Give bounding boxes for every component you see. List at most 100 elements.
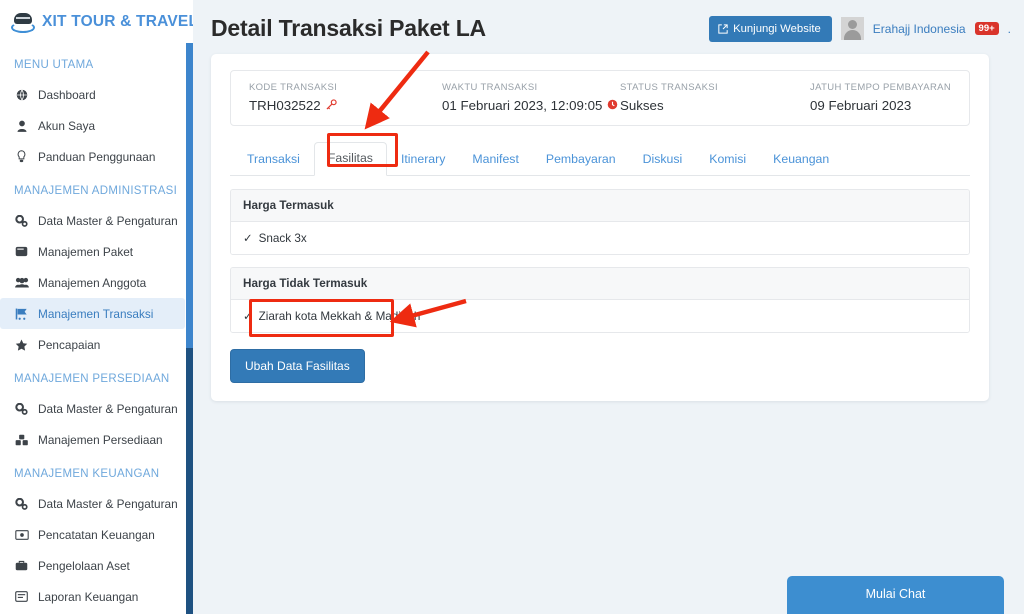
sidebar-item-label: Laporan Keuangan	[38, 589, 139, 604]
lightbulb-icon	[14, 150, 29, 163]
section-harga-termasuk: Harga Termasuk ✓ Snack 3x	[230, 189, 970, 255]
info-kode-transaksi: KODE TRANSAKSI TRH032522	[231, 82, 424, 113]
sidebar-item-manajemen-transaksi[interactable]: Manajemen Transaksi	[0, 298, 185, 329]
list-item: ✓ Ziarah kota Mekkah & Madinah	[231, 300, 969, 332]
report-icon	[14, 590, 29, 603]
tab-diskusi[interactable]: Diskusi	[630, 144, 696, 176]
top-bar-right: Kunjungi Website Erahajj Indonesia 99+ .	[709, 15, 1011, 42]
transaction-info-box: KODE TRANSAKSI TRH032522 WAKTU TRANSAKSI…	[230, 70, 970, 126]
sidebar-item-label: Data Master & Pengaturan	[38, 213, 178, 228]
tab-keuangan[interactable]: Keuangan	[760, 144, 842, 176]
sidebar-item-laporan-keuangan[interactable]: Laporan Keuangan	[0, 581, 193, 612]
sidebar-item-akun-saya[interactable]: Akun Saya	[0, 110, 193, 141]
sidebar-item-manajemen-paket[interactable]: Manajemen Paket	[0, 236, 193, 267]
sidebar-item-label: Panduan Penggunaan	[38, 149, 156, 164]
tab-manifest[interactable]: Manifest	[459, 144, 531, 176]
sidebar-item-pencapaian[interactable]: Pencapaian	[0, 329, 193, 360]
trailing-dot: .	[1007, 21, 1011, 36]
sidebar-item-label: Data Master & Pengaturan	[38, 496, 178, 511]
key-icon	[326, 98, 337, 113]
start-chat-button[interactable]: Mulai Chat	[787, 576, 1004, 614]
info-value: 09 Februari 2023	[810, 98, 912, 113]
tab-fasilitas[interactable]: Fasilitas	[313, 142, 387, 176]
avatar[interactable]	[840, 17, 864, 40]
sidebar-item-data-master-keuangan[interactable]: Data Master & Pengaturan	[0, 488, 193, 519]
check-icon: ✓	[243, 311, 253, 323]
list-item-label: Snack 3x	[258, 231, 307, 245]
sidebar-item-pengelolaan-aset[interactable]: Pengelolaan Aset	[0, 550, 193, 581]
sidebar-scrollbar-thumb[interactable]	[186, 43, 193, 348]
app-root: XIT TOUR & TRAVEL MENU UTAMA Dashboard A…	[0, 0, 1024, 614]
nav-heading-manajemen-administrasi: MANAJEMEN ADMINISTRASI	[14, 185, 178, 197]
star-badge-icon	[14, 338, 29, 351]
ubah-data-fasilitas-button[interactable]: Ubah Data Fasilitas	[230, 349, 365, 383]
info-status-transaksi: STATUS TRANSAKSI Sukses	[602, 82, 792, 113]
external-link-icon	[718, 23, 728, 34]
sidebar-item-label: Dashboard	[38, 87, 96, 102]
briefcase-icon	[14, 559, 29, 572]
section-title: Harga Tidak Termasuk	[231, 268, 969, 300]
sidebar-item-panduan-penggunaan[interactable]: Panduan Penggunaan	[0, 141, 193, 172]
info-waktu-transaksi: WAKTU TRANSAKSI 01 Februari 2023, 12:09:…	[424, 82, 618, 113]
info-value-wrap: Sukses	[620, 98, 774, 113]
user-name[interactable]: Erahajj Indonesia	[873, 22, 966, 36]
nav-heading-manajemen-keuangan: MANAJEMEN KEUANGAN	[14, 468, 160, 480]
sidebar-item-dashboard[interactable]: Dashboard	[0, 79, 193, 110]
list-item: ✓ Snack 3x	[231, 222, 969, 254]
info-label: WAKTU TRANSAKSI	[442, 82, 538, 93]
sidebar-item-manajemen-persediaan[interactable]: Manajemen Persediaan	[0, 424, 193, 455]
info-value-wrap: 01 Februari 2023, 12:09:05	[442, 98, 618, 113]
info-value-wrap: 09 Februari 2023	[810, 98, 951, 113]
sidebar-item-pencatatan-keuangan[interactable]: Pencatatan Keuangan	[0, 519, 193, 550]
main-content: Detail Transaksi Paket LA Kunjungi Websi…	[193, 0, 1024, 614]
sidebar-item-label: Manajemen Paket	[38, 244, 134, 259]
visit-website-label: Kunjungi Website	[733, 22, 821, 35]
notification-badge[interactable]: 99+	[974, 21, 999, 36]
sidebar-item-label: Pencatatan Keuangan	[38, 527, 155, 542]
visit-website-button[interactable]: Kunjungi Website	[709, 15, 832, 42]
book-icon	[14, 245, 29, 258]
users-icon	[14, 276, 29, 289]
sidebar-item-label: Manajemen Transaksi	[38, 306, 154, 321]
info-value: TRH032522	[249, 98, 321, 113]
tab-itinerary[interactable]: Itinerary	[388, 144, 458, 176]
tab-transaksi[interactable]: Transaksi	[234, 144, 313, 176]
info-value-wrap: TRH032522	[249, 98, 406, 113]
sidebar-item-manajemen-anggota[interactable]: Manajemen Anggota	[0, 267, 193, 298]
fasilitas-panel: Harga Termasuk ✓ Snack 3x Harga Tidak Te…	[230, 176, 970, 383]
sidebar-item-data-master-administrasi[interactable]: Data Master & Pengaturan	[0, 205, 193, 236]
sidebar-item-label: Pencapaian	[38, 337, 101, 352]
cogs-icon	[14, 214, 29, 227]
sidebar-item-label: Manajemen Anggota	[38, 275, 147, 290]
sidebar-item-label: Manajemen Persediaan	[38, 432, 163, 447]
tab-pembayaran[interactable]: Pembayaran	[533, 144, 629, 176]
detail-card: KODE TRANSAKSI TRH032522 WAKTU TRANSAKSI…	[211, 54, 989, 401]
cogs-icon	[14, 497, 29, 510]
info-value: 01 Februari 2023, 12:09:05	[442, 98, 603, 113]
detail-tabs: Transaksi Fasilitas Itinerary Manifest P…	[230, 141, 970, 176]
sidebar-item-data-master-persediaan[interactable]: Data Master & Pengaturan	[0, 393, 193, 424]
info-label: STATUS TRANSAKSI	[620, 82, 718, 93]
info-label: KODE TRANSAKSI	[249, 82, 338, 93]
sidebar: XIT TOUR & TRAVEL MENU UTAMA Dashboard A…	[0, 0, 193, 614]
brand-logo-area[interactable]: XIT TOUR & TRAVEL	[0, 0, 193, 43]
sidebar-item-label: Data Master & Pengaturan	[38, 401, 178, 416]
info-jatuh-tempo-pembayaran: JATUH TEMPO PEMBAYARAN 09 Februari 2023	[792, 82, 969, 113]
section-harga-tidak-termasuk: Harga Tidak Termasuk ✓ Ziarah kota Mekka…	[230, 267, 970, 333]
bus-logo-icon	[11, 10, 35, 34]
sidebar-item-label: Pengelolaan Aset	[38, 558, 130, 573]
tab-komisi[interactable]: Komisi	[696, 144, 759, 176]
check-icon: ✓	[243, 233, 253, 245]
info-label: JATUH TEMPO PEMBAYARAN	[810, 82, 952, 93]
nav-heading-manajemen-persediaan: MANAJEMEN PERSEDIAAN	[14, 373, 170, 385]
section-title: Harga Termasuk	[231, 190, 969, 222]
user-icon	[14, 119, 29, 132]
boxes-icon	[14, 433, 29, 446]
sidebar-item-label: Akun Saya	[38, 118, 96, 133]
info-value: Sukses	[620, 98, 664, 113]
globe-icon	[14, 88, 29, 101]
top-bar: Detail Transaksi Paket LA Kunjungi Websi…	[193, 0, 1024, 57]
cart-flag-icon	[14, 307, 29, 320]
list-item-label: Ziarah kota Mekkah & Madinah	[258, 309, 421, 323]
page-title: Detail Transaksi Paket LA	[211, 15, 486, 41]
